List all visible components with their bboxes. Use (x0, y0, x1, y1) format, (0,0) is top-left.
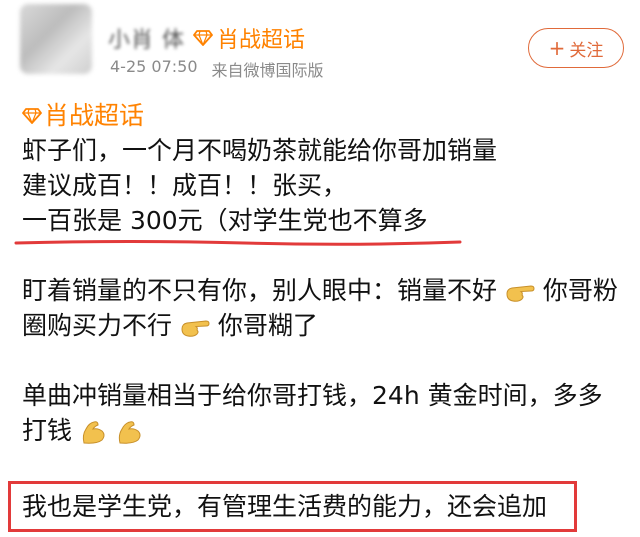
text-segment: 打钱 (22, 416, 73, 445)
text-line-7: 打钱 (22, 413, 632, 448)
post-header: 小肖 体 肖战超话 (108, 22, 305, 54)
source: 来自微博国际版 (211, 61, 324, 80)
text-line-3: 一百张是 300元（对学生党也不算多 (22, 206, 428, 235)
text-line-4: 盯着销量的不只有你，别人眼中：销量不好 你哥粉 (22, 273, 632, 308)
text-segment: 盯着销量的不只有你，别人眼中：销量不好 (22, 276, 498, 305)
text-segment: 你哥糊了 (217, 311, 318, 340)
highlighted-text-line: 我也是学生党，有管理生活费的能力，还会追加 (22, 492, 548, 521)
post-body: 肖战超话 虾子们，一个月不喝奶茶就能给你哥加销量 建议成百！！成百！！张买， 一… (22, 98, 632, 448)
pointing-hand-emoji (506, 285, 535, 302)
text-segment: 你哥粉 (542, 276, 618, 305)
post-meta: 4-25 07:50 来自微博国际版 (110, 57, 324, 81)
supertopic-label: 肖战超话 (217, 28, 306, 53)
timestamp: 4-25 07:50 (110, 57, 198, 76)
text-line-5: 圈购买力不行 你哥糊了 (22, 308, 632, 343)
supertopic-link[interactable]: 肖战超话 (193, 22, 305, 54)
red-underline-annotation (14, 240, 462, 246)
follow-label: 关注 (569, 40, 604, 61)
pointing-hand-emoji (181, 320, 210, 337)
inline-supertopic-link[interactable]: 肖战超话 (22, 98, 632, 133)
inline-supertopic-label: 肖战超话 (44, 101, 145, 130)
flexed-biceps-emoji (118, 421, 141, 444)
plus-icon: + (548, 36, 566, 60)
text-line-1: 虾子们，一个月不喝奶茶就能给你哥加销量 (22, 136, 498, 165)
diamond-icon (193, 30, 213, 46)
username[interactable]: 小肖 体 (108, 22, 185, 54)
text-segment: 圈购买力不行 (22, 311, 173, 340)
flexed-biceps-emoji (82, 421, 105, 444)
avatar[interactable] (20, 4, 92, 74)
follow-button[interactable]: + 关注 (528, 28, 624, 68)
text-line-2: 建议成百！！成百！！张买， (22, 171, 348, 200)
diamond-icon (22, 107, 42, 124)
text-line-6: 单曲冲销量相当于给你哥打钱，24h 黄金时间，多多 (22, 381, 603, 410)
